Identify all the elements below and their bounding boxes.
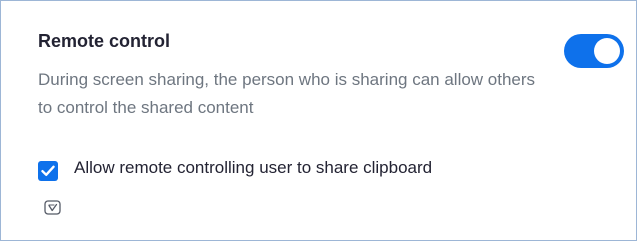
locked-setting-icon[interactable] bbox=[44, 200, 62, 216]
remote-control-toggle[interactable] bbox=[564, 34, 624, 68]
remote-control-setting-panel: Remote control During screen sharing, th… bbox=[0, 0, 637, 241]
toggle-knob bbox=[594, 38, 620, 64]
setting-title: Remote control bbox=[38, 31, 171, 51]
checkmark-icon bbox=[41, 165, 55, 176]
share-clipboard-checkbox[interactable] bbox=[38, 161, 58, 181]
share-clipboard-label: Allow remote controlling user to share c… bbox=[74, 158, 433, 177]
setting-description: During screen sharing, the person who is… bbox=[38, 70, 536, 117]
